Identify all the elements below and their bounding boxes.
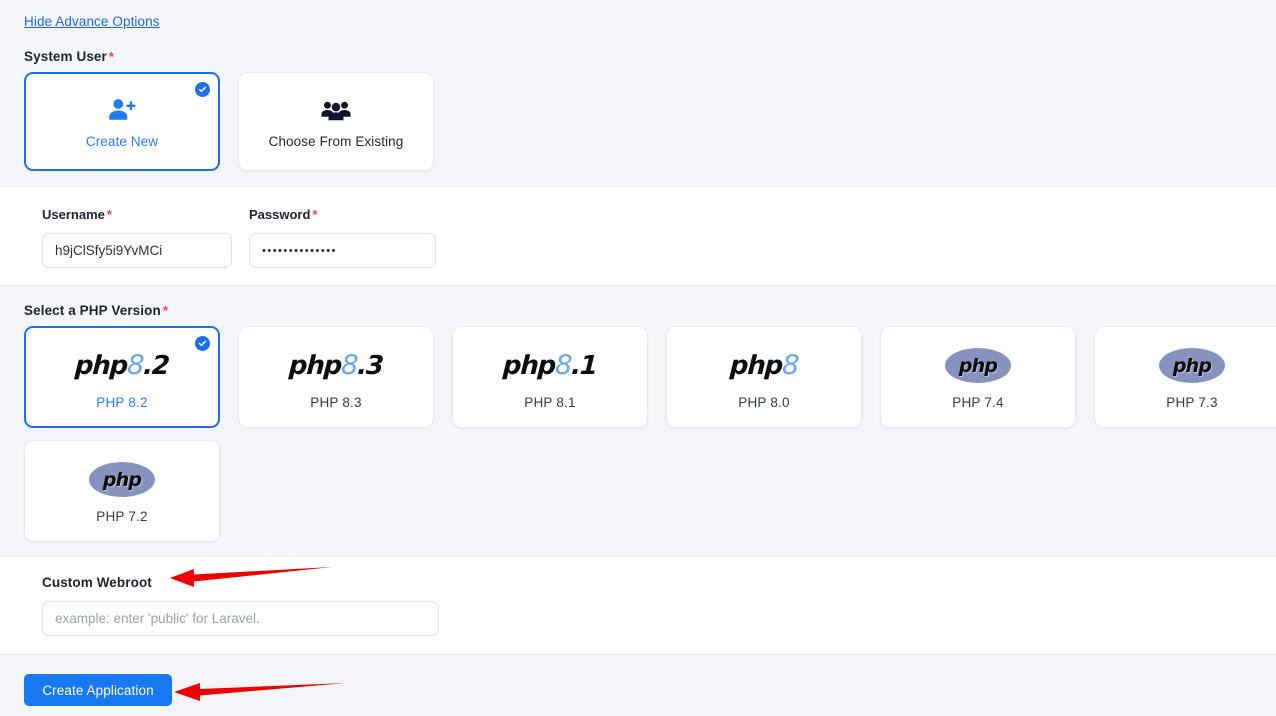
required-asterisk: * bbox=[106, 207, 112, 222]
required-asterisk: * bbox=[162, 303, 168, 318]
create-application-button[interactable]: Create Application bbox=[24, 674, 172, 706]
custom-webroot-label: Custom Webroot bbox=[42, 575, 152, 590]
php8-wordmark-icon: php8.1 bbox=[502, 350, 598, 381]
php-version-card[interactable]: php8.1 PHP 8.1 bbox=[452, 326, 648, 428]
php-version-label: PHP 7.4 bbox=[952, 394, 1004, 410]
php-version-card[interactable]: php PHP 7.2 bbox=[24, 440, 220, 542]
system-user-label-text: System User bbox=[24, 49, 107, 64]
php-version-label: Select a PHP Version * bbox=[24, 303, 168, 318]
php-version-card[interactable]: php8.3 PHP 8.3 bbox=[238, 326, 434, 428]
php-version-label-text: Select a PHP Version bbox=[24, 303, 161, 318]
required-asterisk: * bbox=[108, 49, 115, 64]
php8-wordmark-icon: php8.3 bbox=[288, 350, 384, 381]
php-version-label: PHP 8.2 bbox=[96, 394, 148, 410]
php8-wordmark-icon: php8 bbox=[729, 350, 799, 381]
php-version-card[interactable]: php PHP 7.4 bbox=[880, 326, 1076, 428]
selected-check-badge bbox=[195, 336, 210, 351]
php-oval-logo-icon: php bbox=[89, 459, 155, 501]
people-group-icon bbox=[321, 94, 351, 128]
php8-wordmark-icon: php8.2 bbox=[74, 350, 170, 381]
system-user-label: System User * bbox=[24, 49, 114, 64]
system-user-option-create-new[interactable]: Create New bbox=[24, 72, 220, 171]
php-version-options-row-1: php8.2 PHP 8.2 php8.3 PHP 8.3 php8.1 PHP 8.1 p… bbox=[24, 326, 1276, 428]
system-user-option-choose-existing[interactable]: Choose From Existing bbox=[238, 72, 434, 171]
php-version-options-row-2: php PHP 7.2 bbox=[24, 440, 220, 542]
username-input[interactable] bbox=[42, 233, 232, 268]
php-version-label: PHP 8.1 bbox=[524, 394, 576, 410]
password-label-text: Password bbox=[249, 207, 311, 222]
php-oval-logo-icon: php bbox=[1159, 345, 1225, 387]
php-version-label: PHP 8.3 bbox=[310, 394, 362, 410]
system-user-option-label: Choose From Existing bbox=[268, 134, 404, 149]
required-asterisk: * bbox=[312, 207, 318, 222]
password-label: Password * bbox=[249, 207, 317, 222]
php-version-card[interactable]: php8 PHP 8.0 bbox=[666, 326, 862, 428]
password-input[interactable] bbox=[249, 233, 436, 268]
custom-webroot-input[interactable] bbox=[42, 601, 439, 636]
php-version-label: PHP 8.0 bbox=[738, 394, 790, 410]
php-oval-logo-icon: php bbox=[945, 345, 1011, 387]
system-user-option-label: Create New bbox=[85, 134, 159, 149]
person-add-icon bbox=[107, 94, 137, 128]
php-version-label: PHP 7.3 bbox=[1166, 394, 1218, 410]
username-label-text: Username bbox=[42, 207, 105, 222]
annotation-arrow-create-button bbox=[174, 683, 346, 701]
php-version-card[interactable]: php8.2 PHP 8.2 bbox=[24, 326, 220, 428]
selected-check-badge bbox=[195, 82, 210, 97]
php-version-label: PHP 7.2 bbox=[96, 508, 148, 524]
system-user-options: Create New Choose From Existing bbox=[24, 72, 434, 171]
hide-advance-options-link[interactable]: Hide Advance Options bbox=[24, 14, 160, 29]
php-version-card[interactable]: php PHP 7.3 bbox=[1094, 326, 1276, 428]
advanced-options-form: Hide Advance Options System User * Create… bbox=[0, 0, 1276, 716]
custom-webroot-label-text: Custom Webroot bbox=[42, 575, 152, 590]
username-label: Username * bbox=[42, 207, 112, 222]
